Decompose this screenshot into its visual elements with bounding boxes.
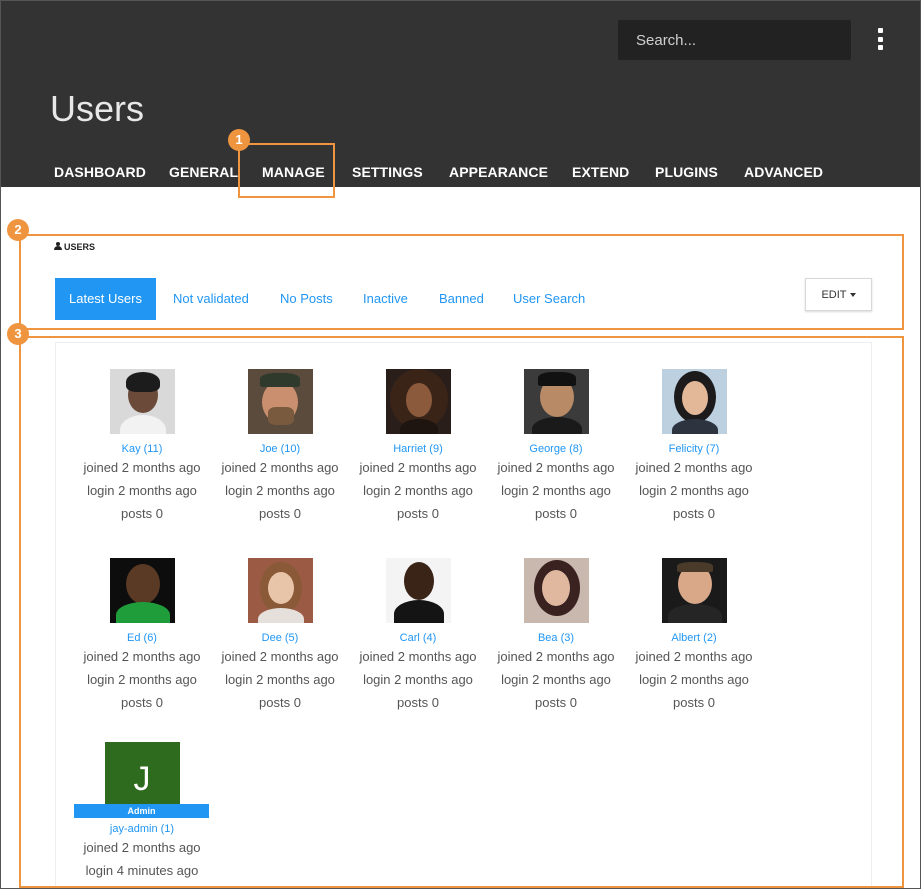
callout-badge-3: 3	[7, 323, 29, 345]
callout-tabs-highlight	[19, 234, 904, 330]
callout-users-highlight	[19, 336, 904, 888]
callout-manage-highlight	[238, 143, 335, 198]
top-header: Search... Users DASHBOARD GENERAL MANAGE…	[0, 0, 921, 187]
nav-advanced[interactable]: ADVANCED	[744, 164, 823, 180]
callout-badge-2: 2	[7, 219, 29, 241]
nav-settings[interactable]: SETTINGS	[352, 164, 423, 180]
nav-appearance[interactable]: APPEARANCE	[449, 164, 548, 180]
more-options-icon[interactable]	[872, 28, 888, 50]
page-title: Users	[50, 88, 145, 129]
nav-extend[interactable]: EXTEND	[572, 164, 629, 180]
nav-general[interactable]: GENERAL	[169, 164, 238, 180]
callout-badge-1: 1	[228, 129, 250, 151]
nav-plugins[interactable]: PLUGINS	[655, 164, 718, 180]
search-input[interactable]: Search...	[618, 20, 851, 60]
nav-dashboard[interactable]: DASHBOARD	[54, 164, 146, 180]
